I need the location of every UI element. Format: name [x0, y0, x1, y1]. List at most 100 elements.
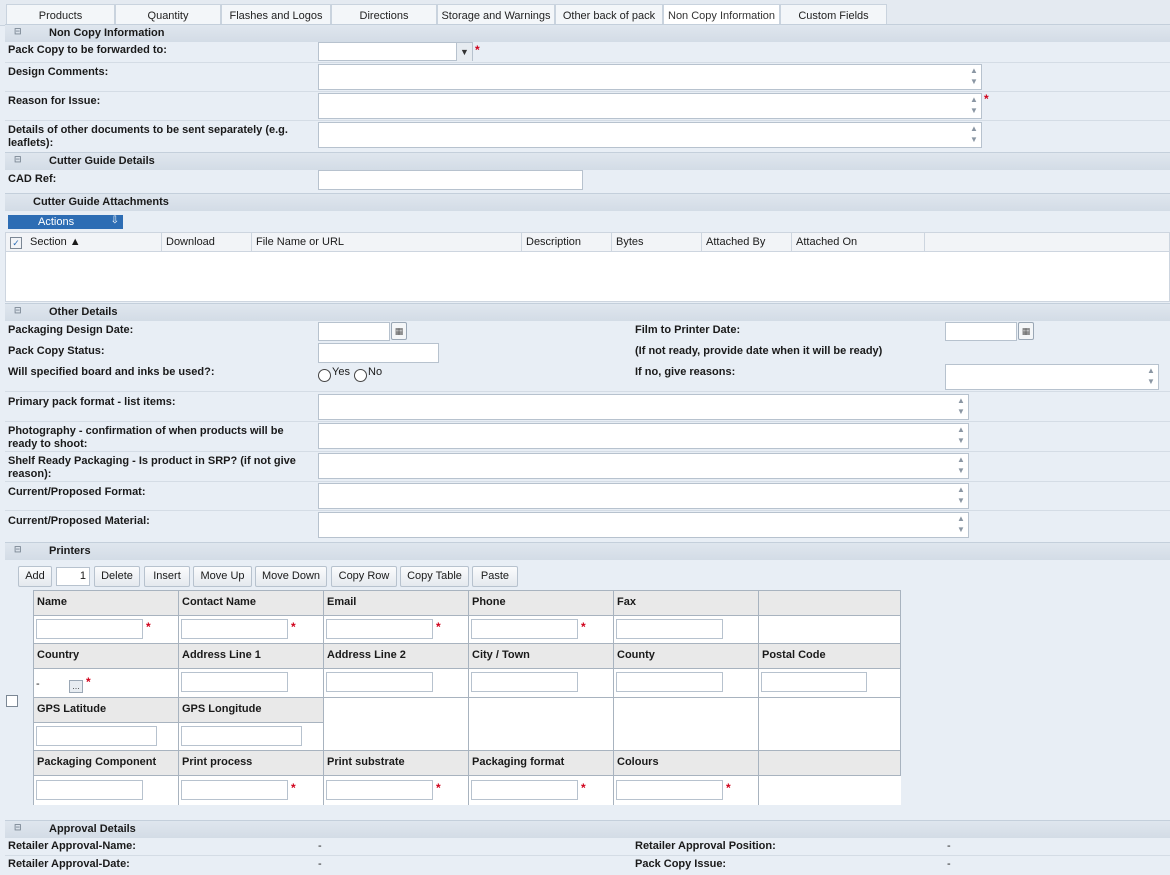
scroll-arrows-icon[interactable]: ▲ ▼: [1145, 365, 1157, 389]
if-no-reasons-textarea[interactable]: ▲ ▼: [945, 364, 1159, 390]
delete-button[interactable]: Delete: [94, 566, 140, 587]
scroll-arrows-icon[interactable]: ▲ ▼: [968, 65, 980, 89]
column-description[interactable]: Description: [522, 233, 612, 251]
collapse-icon[interactable]: ⊟: [14, 154, 22, 165]
srp-textarea[interactable]: ▲ ▼: [318, 453, 969, 479]
scroll-arrows-icon[interactable]: ▲ ▼: [955, 424, 967, 448]
colours-input[interactable]: [616, 780, 723, 800]
photography-textarea[interactable]: ▲ ▼: [318, 423, 969, 449]
scroll-arrows-icon[interactable]: ▲ ▼: [968, 94, 980, 118]
attachments-grid-body: [5, 252, 1170, 302]
lookup-icon[interactable]: …: [69, 680, 83, 693]
cell-print-process: *: [179, 776, 324, 805]
cad-ref-input[interactable]: [318, 170, 583, 190]
copy-table-button[interactable]: Copy Table: [400, 566, 469, 587]
primary-pack-format-textarea[interactable]: ▲ ▼: [318, 394, 969, 420]
cell-empty: [614, 698, 759, 751]
tab-flashes-and-logos[interactable]: Flashes and Logos: [221, 4, 331, 26]
copy-row-button[interactable]: Copy Row: [331, 566, 397, 587]
details-docs-label: Details of other documents to be sent se…: [8, 124, 288, 150]
gps-longitude-input[interactable]: [181, 726, 302, 746]
header-postal-code: Postal Code: [759, 644, 901, 669]
contact-name-input[interactable]: [181, 619, 288, 639]
current-material-textarea[interactable]: ▲ ▼: [318, 512, 969, 538]
actions-label: Actions: [38, 216, 75, 228]
collapse-icon[interactable]: ⊟: [14, 822, 22, 833]
cad-ref-label: CAD Ref:: [8, 173, 57, 185]
column-bytes[interactable]: Bytes: [612, 233, 702, 251]
tab-quantity[interactable]: Quantity: [115, 4, 221, 26]
required-icon: *: [291, 620, 296, 634]
photography-label: Photography - confirmation of when produ…: [8, 425, 284, 451]
section-cutter-guide-details: ⊟ Cutter Guide Details: [5, 152, 1170, 170]
tab-custom-fields[interactable]: Custom Fields: [780, 4, 887, 26]
phone-input[interactable]: [471, 619, 578, 639]
pack-copy-status-input[interactable]: [318, 343, 439, 363]
printer-row-checkbox[interactable]: [6, 695, 18, 707]
header-packaging-format: Packaging format: [469, 751, 614, 776]
scroll-arrows-icon[interactable]: ▲ ▼: [955, 454, 967, 478]
calendar-icon[interactable]: ▦: [391, 322, 407, 340]
move-up-button[interactable]: Move Up: [193, 566, 252, 587]
add-button[interactable]: Add: [18, 566, 52, 587]
county-input[interactable]: [616, 672, 723, 692]
packaging-component-input[interactable]: [36, 780, 143, 800]
actions-button[interactable]: Actions ⇩: [8, 215, 123, 229]
address-line-1-input[interactable]: [181, 672, 288, 692]
paste-button[interactable]: Paste: [472, 566, 518, 587]
chevron-down-icon[interactable]: ▼: [456, 43, 472, 61]
packaging-format-input[interactable]: [471, 780, 578, 800]
print-process-input[interactable]: [181, 780, 288, 800]
header-gps-longitude: GPS Longitude: [179, 698, 324, 723]
fax-input[interactable]: [616, 619, 723, 639]
city-town-input[interactable]: [471, 672, 578, 692]
tab-other-back-of-pack[interactable]: Other back of pack: [555, 4, 663, 26]
cell-phone: *: [469, 616, 614, 644]
calendar-icon[interactable]: ▦: [1018, 322, 1034, 340]
details-docs-textarea[interactable]: ▲ ▼: [318, 122, 982, 148]
add-count-input[interactable]: 1: [56, 567, 90, 586]
column-attached-on[interactable]: Attached On: [792, 233, 925, 251]
insert-button[interactable]: Insert: [144, 566, 190, 587]
collapse-icon[interactable]: ⊟: [14, 26, 22, 37]
address-line-2-input[interactable]: [326, 672, 433, 692]
tab-storage-and-warnings[interactable]: Storage and Warnings: [437, 4, 555, 26]
yes-radio[interactable]: [318, 369, 331, 382]
column-attached-by[interactable]: Attached By: [702, 233, 792, 251]
reason-for-issue-label: Reason for Issue:: [8, 95, 101, 107]
name-input[interactable]: [36, 619, 143, 639]
column-download[interactable]: Download: [162, 233, 252, 251]
scroll-arrows-icon[interactable]: ▲ ▼: [955, 513, 967, 537]
cell-packaging-component: [34, 776, 179, 805]
scroll-arrows-icon[interactable]: ▲ ▼: [968, 123, 980, 147]
current-format-textarea[interactable]: ▲ ▼: [318, 483, 969, 509]
scroll-arrows-icon[interactable]: ▲ ▼: [955, 484, 967, 508]
pack-copy-forward-select[interactable]: ▼: [318, 42, 473, 61]
required-icon: *: [726, 781, 731, 795]
postal-code-input[interactable]: [761, 672, 867, 692]
film-to-printer-date-label: Film to Printer Date:: [635, 324, 741, 336]
tab-directions[interactable]: Directions: [331, 4, 437, 26]
column-section[interactable]: Section ▲: [26, 233, 162, 251]
pack-copy-issue-value: -: [947, 858, 951, 870]
design-comments-textarea[interactable]: ▲ ▼: [318, 64, 982, 90]
gps-latitude-input[interactable]: [36, 726, 157, 746]
cell-city: [469, 669, 614, 698]
column-file-name[interactable]: File Name or URL: [252, 233, 522, 251]
collapse-icon[interactable]: ⊟: [14, 544, 22, 555]
no-radio[interactable]: [354, 369, 367, 382]
move-down-button[interactable]: Move Down: [255, 566, 327, 587]
email-input[interactable]: [326, 619, 433, 639]
tab-products[interactable]: Products: [6, 4, 115, 26]
print-substrate-input[interactable]: [326, 780, 433, 800]
packaging-design-date-input[interactable]: [318, 322, 390, 341]
section-cutter-guide-attachments: Cutter Guide Attachments: [5, 193, 1170, 211]
select-all-checkbox[interactable]: ✓: [10, 237, 22, 249]
cell-print-substrate: *: [324, 776, 469, 805]
scroll-arrows-icon[interactable]: ▲ ▼: [955, 395, 967, 419]
tab-non-copy-information[interactable]: Non Copy Information: [663, 4, 780, 26]
reason-for-issue-textarea[interactable]: ▲ ▼: [318, 93, 982, 119]
collapse-icon[interactable]: ⊟: [14, 305, 22, 316]
film-to-printer-date-input[interactable]: [945, 322, 1017, 341]
tab-bar: Products Quantity Flashes and Logos Dire…: [0, 0, 1170, 26]
